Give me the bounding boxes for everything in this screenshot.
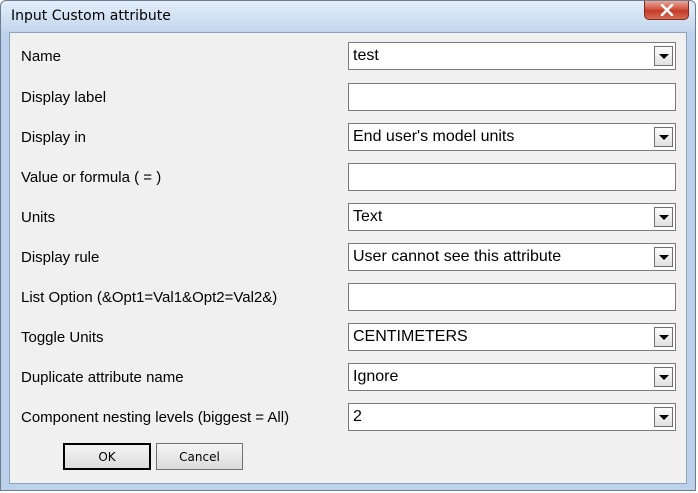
display-rule-dropdown[interactable]: User cannot see this attribute	[348, 243, 676, 271]
dialog-window: Input Custom attribute Name test Display…	[0, 0, 696, 491]
chevron-down-icon	[658, 414, 669, 420]
row-display-label: Display label	[10, 83, 686, 111]
display-in-value: End user's model units	[353, 128, 515, 145]
display-rule-value: User cannot see this attribute	[353, 248, 562, 265]
row-list-option: List Option (&Opt1=Val1&Opt2=Val2&)	[10, 283, 686, 311]
display-label-input[interactable]	[348, 83, 676, 111]
chevron-down-icon	[658, 254, 669, 260]
nesting-levels-dropdown[interactable]: 2	[348, 403, 676, 431]
chevron-down-icon	[658, 53, 669, 59]
name-dropdown-arrow[interactable]	[654, 46, 673, 66]
ok-button[interactable]: OK	[63, 443, 151, 470]
cancel-button[interactable]: Cancel	[156, 443, 243, 470]
chevron-down-icon	[658, 374, 669, 380]
duplicate-name-value: Ignore	[353, 368, 399, 385]
dialog-body: Name test Display label Display in End u…	[9, 32, 687, 484]
value-formula-label: Value or formula ( = )	[21, 169, 162, 186]
row-display-rule: Display rule User cannot see this attrib…	[10, 243, 686, 271]
window-title: Input Custom attribute	[11, 8, 171, 24]
row-display-in: Display in End user's model units	[10, 123, 686, 151]
toggle-units-value: CENTIMETERS	[353, 328, 468, 345]
units-value: Text	[353, 208, 383, 225]
display-label-label: Display label	[21, 89, 107, 106]
close-button[interactable]	[644, 1, 689, 20]
value-formula-input[interactable]	[348, 163, 676, 191]
row-duplicate-name: Duplicate attribute name Ignore	[10, 363, 686, 391]
display-in-label: Display in	[21, 129, 87, 146]
row-units: Units Text	[10, 203, 686, 231]
title-bar[interactable]: Input Custom attribute	[1, 1, 695, 31]
list-option-input[interactable]	[348, 283, 676, 311]
name-label: Name	[21, 48, 62, 65]
row-toggle-units: Toggle Units CENTIMETERS	[10, 323, 686, 351]
units-label: Units	[21, 209, 56, 226]
list-option-label: List Option (&Opt1=Val1&Opt2=Val2&)	[21, 289, 278, 306]
name-dropdown[interactable]: test	[348, 42, 676, 70]
nesting-levels-dropdown-arrow[interactable]	[654, 407, 673, 427]
duplicate-name-label: Duplicate attribute name	[21, 369, 184, 386]
row-nesting-levels: Component nesting levels (biggest = All)…	[10, 403, 686, 431]
units-dropdown-arrow[interactable]	[654, 207, 673, 227]
display-rule-dropdown-arrow[interactable]	[654, 247, 673, 267]
row-value-formula: Value or formula ( = )	[10, 163, 686, 191]
chevron-down-icon	[658, 134, 669, 140]
nesting-levels-label: Component nesting levels (biggest = All)	[21, 409, 290, 426]
name-value: test	[353, 47, 379, 64]
display-in-dropdown-arrow[interactable]	[654, 127, 673, 147]
row-name: Name test	[10, 42, 686, 70]
duplicate-name-dropdown-arrow[interactable]	[654, 367, 673, 387]
chevron-down-icon	[658, 214, 669, 220]
close-icon	[660, 4, 674, 16]
display-rule-label: Display rule	[21, 249, 100, 266]
toggle-units-dropdown[interactable]: CENTIMETERS	[348, 323, 676, 351]
chevron-down-icon	[658, 334, 669, 340]
units-dropdown[interactable]: Text	[348, 203, 676, 231]
duplicate-name-dropdown[interactable]: Ignore	[348, 363, 676, 391]
display-in-dropdown[interactable]: End user's model units	[348, 123, 676, 151]
toggle-units-label: Toggle Units	[21, 329, 104, 346]
toggle-units-dropdown-arrow[interactable]	[654, 327, 673, 347]
nesting-levels-value: 2	[353, 408, 362, 425]
